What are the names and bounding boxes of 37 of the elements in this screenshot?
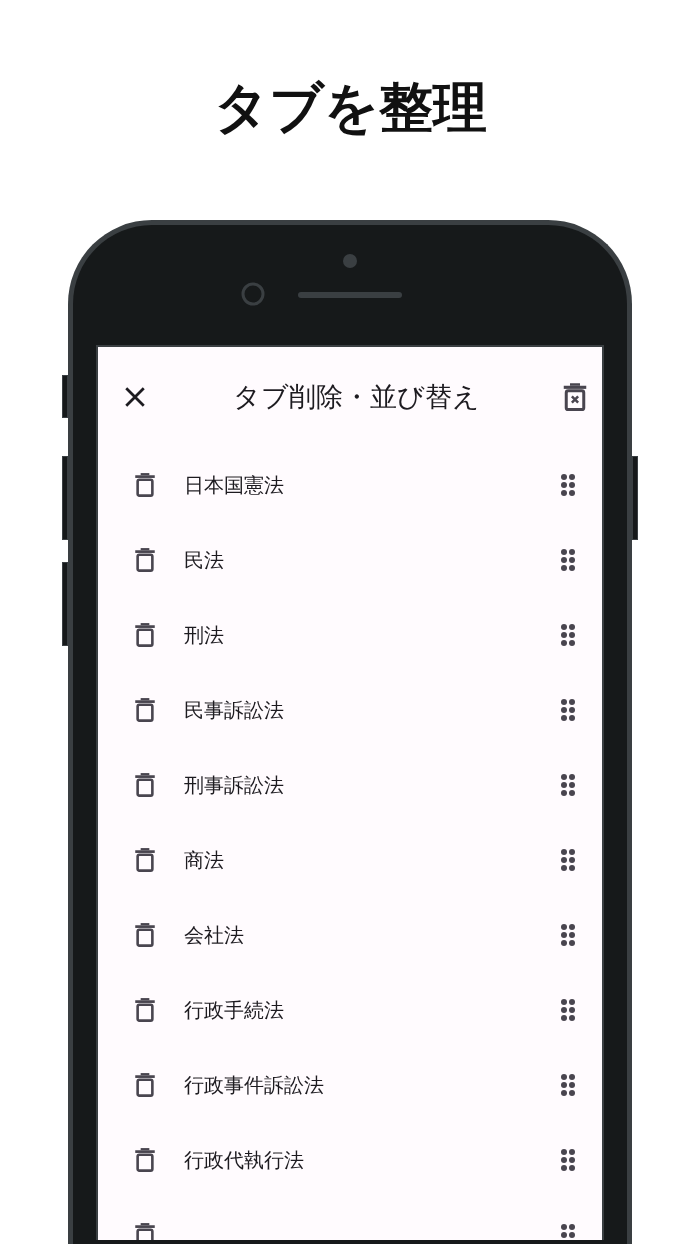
camera-icon bbox=[343, 254, 357, 268]
drag-handle-icon[interactable] bbox=[560, 622, 576, 647]
camera-icon bbox=[241, 282, 265, 306]
drag-handle-icon[interactable] bbox=[560, 847, 576, 872]
drag-handle-icon[interactable] bbox=[560, 772, 576, 797]
delete-button[interactable] bbox=[134, 696, 156, 723]
drag-handle-icon[interactable] bbox=[560, 472, 576, 497]
drag-handle-icon[interactable] bbox=[560, 1222, 576, 1240]
drag-handle-icon[interactable] bbox=[560, 922, 576, 947]
tab-name: 行政事件訴訟法 bbox=[184, 1071, 325, 1099]
tab-name: 民法 bbox=[184, 546, 225, 574]
tab-name: 刑事訴訟法 bbox=[184, 771, 285, 799]
delete-button[interactable] bbox=[134, 996, 156, 1023]
delete-button[interactable] bbox=[134, 921, 156, 948]
screen-title: タブ削除・並び替え bbox=[231, 379, 481, 414]
headline: タブを整理 bbox=[212, 75, 488, 141]
drag-handle-icon[interactable] bbox=[560, 1072, 576, 1097]
delete-button[interactable] bbox=[134, 471, 156, 498]
drag-handle-icon[interactable] bbox=[560, 997, 576, 1022]
delete-button[interactable] bbox=[134, 546, 156, 573]
drag-handle-icon[interactable] bbox=[560, 697, 576, 722]
delete-button[interactable] bbox=[134, 846, 156, 873]
tab-name: 会社法 bbox=[184, 921, 245, 949]
tab-name: 民事訴訟法 bbox=[184, 696, 285, 724]
delete-button[interactable] bbox=[134, 1071, 156, 1098]
tab-name: 刑法 bbox=[184, 621, 225, 649]
drag-handle-icon[interactable] bbox=[560, 1147, 576, 1172]
delete-button[interactable] bbox=[134, 1221, 156, 1240]
tab-name: 日本国憲法 bbox=[184, 471, 285, 499]
tab-name: 行政代執行法 bbox=[184, 1146, 305, 1174]
delete-button[interactable] bbox=[134, 771, 156, 798]
delete-button[interactable] bbox=[134, 621, 156, 648]
tab-name: 行政手続法 bbox=[184, 996, 285, 1024]
delete-all-button[interactable] bbox=[562, 382, 588, 412]
delete-button[interactable] bbox=[134, 1146, 156, 1173]
drag-handle-icon[interactable] bbox=[560, 547, 576, 572]
tab-name: 商法 bbox=[184, 846, 225, 874]
